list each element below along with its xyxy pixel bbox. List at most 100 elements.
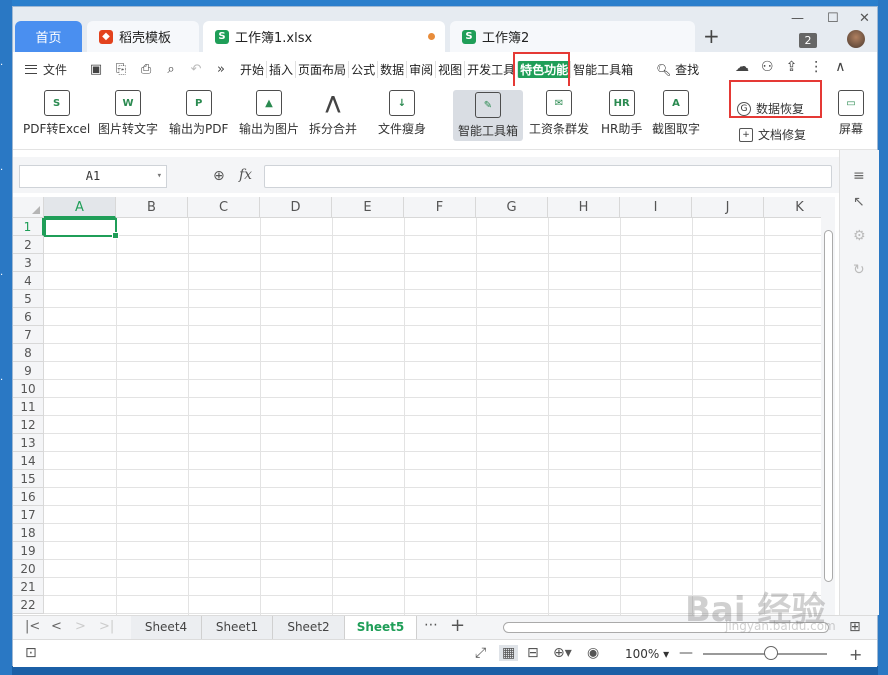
select-all-corner[interactable] [13, 197, 44, 218]
column-header-a[interactable]: A [44, 197, 116, 218]
print-preview-icon[interactable]: ⌕ [162, 62, 180, 77]
select-pointer-icon[interactable]: ↖ [853, 194, 865, 210]
tab-insert[interactable]: 插入 [266, 60, 295, 78]
first-sheet-icon[interactable]: |< [25, 619, 40, 634]
zoom-slider-knob[interactable] [764, 646, 778, 660]
column-header-g[interactable]: G [476, 197, 548, 218]
more-menu-icon[interactable]: ⋮ [809, 59, 823, 75]
row-header-3[interactable]: 3 [13, 254, 44, 272]
formula-input[interactable] [264, 165, 832, 188]
grid-apps-icon[interactable]: ⊞ [849, 619, 861, 635]
image-to-text-button[interactable]: W 图片转文字 [98, 90, 158, 137]
row-header-2[interactable]: 2 [13, 236, 44, 254]
column-header-d[interactable]: D [260, 197, 332, 218]
row-header-15[interactable]: 15 [13, 470, 44, 488]
row-header-19[interactable]: 19 [13, 542, 44, 560]
sheet-tab-sheet2[interactable]: Sheet2 [273, 616, 345, 639]
column-header-e[interactable]: E [332, 197, 404, 218]
row-header-9[interactable]: 9 [13, 362, 44, 380]
row-header-1[interactable]: 1 [13, 218, 44, 236]
normal-view-icon[interactable]: ▦ [499, 645, 519, 661]
tab-smart-toolbox[interactable]: 智能工具箱 [570, 60, 635, 78]
column-header-j[interactable]: J [692, 197, 764, 218]
sheet-tab-sheet4[interactable]: Sheet4 [131, 616, 202, 639]
tab-docer-templates[interactable]: ◆ 稻壳模板 [87, 21, 199, 52]
close-icon[interactable]: ✕ [859, 11, 870, 26]
cloud-icon[interactable]: ☁ [735, 59, 749, 75]
zoom-in-icon[interactable]: + [849, 645, 862, 664]
tab-start[interactable]: 开始 [238, 61, 266, 78]
panel-menu-icon[interactable]: ≡ [853, 168, 865, 184]
row-header-22[interactable]: 22 [13, 596, 44, 614]
window-count-badge[interactable]: 2 [799, 33, 817, 48]
zoom-out-icon[interactable]: — [679, 645, 693, 661]
row-header-21[interactable]: 21 [13, 578, 44, 596]
tab-view[interactable]: 视图 [435, 60, 464, 78]
row-header-5[interactable]: 5 [13, 290, 44, 308]
next-sheet-icon[interactable]: > [75, 619, 86, 634]
smart-toolbox-button[interactable]: ✎ 智能工具箱 [453, 90, 523, 141]
pdf-to-excel-button[interactable]: S PDF转Excel [23, 90, 90, 137]
macro-record-icon[interactable]: ⊡ [25, 645, 37, 661]
cell-grid[interactable]: A B C D E F G H I J K 1 2 3 4 5 6 7 8 9 10 11 12 13 14 15 16 17 18 19… [13, 197, 821, 615]
column-header-k[interactable]: K [764, 197, 821, 218]
active-cell-a1[interactable] [44, 218, 119, 239]
tab-workbook2[interactable]: S 工作簿2 [450, 21, 695, 52]
zoom-lookup-icon[interactable]: ⊕ [213, 168, 225, 184]
share-icon[interactable]: ⇪ [786, 59, 798, 75]
fullscreen-icon[interactable]: ⤢ [475, 645, 486, 661]
column-header-h[interactable]: H [548, 197, 620, 218]
tab-special-features[interactable]: 特色功能 [517, 60, 571, 78]
row-header-11[interactable]: 11 [13, 398, 44, 416]
tab-developer[interactable]: 开发工具 [464, 60, 517, 78]
row-header-18[interactable]: 18 [13, 524, 44, 542]
file-menu-button[interactable]: 文件 [25, 61, 67, 78]
tab-page-layout[interactable]: 页面布局 [295, 60, 348, 78]
row-header-17[interactable]: 17 [13, 506, 44, 524]
print-icon[interactable]: ⎙ [137, 62, 155, 77]
adjust-icon[interactable]: ⚙ [853, 228, 866, 244]
screen-button[interactable]: ▭ 屏幕 [835, 90, 867, 137]
eye-protection-icon[interactable]: ◉ [587, 645, 599, 661]
doc-repair-button[interactable]: + 文档修复 [739, 126, 806, 143]
column-header-f[interactable]: F [404, 197, 476, 218]
row-header-8[interactable]: 8 [13, 344, 44, 362]
sheet-tab-sheet5[interactable]: Sheet5 [345, 616, 417, 639]
zoom-level[interactable]: 100% ▾ [625, 647, 669, 661]
tab-home[interactable]: 首页 [15, 21, 82, 52]
vertical-scroll-thumb[interactable] [824, 230, 833, 582]
screenshot-ocr-button[interactable]: A 截图取字 [652, 90, 700, 137]
more-sheets-icon[interactable]: ⋯ [424, 617, 438, 633]
page-break-view-icon[interactable]: ⊟ [527, 645, 539, 661]
tab-data[interactable]: 数据 [377, 60, 406, 78]
save-icon[interactable]: ▣ [87, 62, 105, 77]
prev-sheet-icon[interactable]: < [51, 619, 62, 634]
row-header-16[interactable]: 16 [13, 488, 44, 506]
share-user-icon[interactable]: ⚇ [761, 59, 774, 75]
maximize-icon[interactable]: ☐ [827, 11, 839, 26]
new-tab-plus-icon[interactable]: + [703, 24, 720, 48]
undo-icon[interactable]: ↶ [187, 62, 205, 77]
row-header-7[interactable]: 7 [13, 326, 44, 344]
column-header-b[interactable]: B [116, 197, 188, 218]
data-recovery-button[interactable]: G 数据恢复 [737, 100, 804, 117]
export-icon[interactable]: ⎘ [112, 62, 130, 77]
hr-assistant-button[interactable]: HR HR助手 [601, 90, 642, 137]
tab-review[interactable]: 审阅 [406, 60, 435, 78]
search-button[interactable]: 🔍︎ 查找 [656, 61, 699, 78]
payslip-send-button[interactable]: ✉ 工资条群发 [529, 90, 589, 137]
fx-label[interactable]: fx [239, 167, 252, 183]
export-image-button[interactable]: ▲ 输出为图片 [239, 90, 299, 137]
tab-formulas[interactable]: 公式 [348, 60, 377, 78]
collapse-ribbon-icon[interactable]: ∧ [835, 59, 845, 75]
more-chevron-icon[interactable]: » [212, 62, 230, 77]
vertical-scrollbar[interactable] [821, 197, 835, 615]
last-sheet-icon[interactable]: >| [99, 619, 114, 634]
minimize-icon[interactable]: — [791, 11, 804, 26]
page-layout-view-icon[interactable]: ⊕▾ [553, 645, 572, 661]
avatar[interactable] [847, 30, 865, 48]
sheet-tab-sheet1[interactable]: Sheet1 [202, 616, 273, 639]
row-header-6[interactable]: 6 [13, 308, 44, 326]
split-merge-button[interactable]: ⋀ 拆分合并 [309, 90, 357, 137]
column-header-i[interactable]: I [620, 197, 692, 218]
